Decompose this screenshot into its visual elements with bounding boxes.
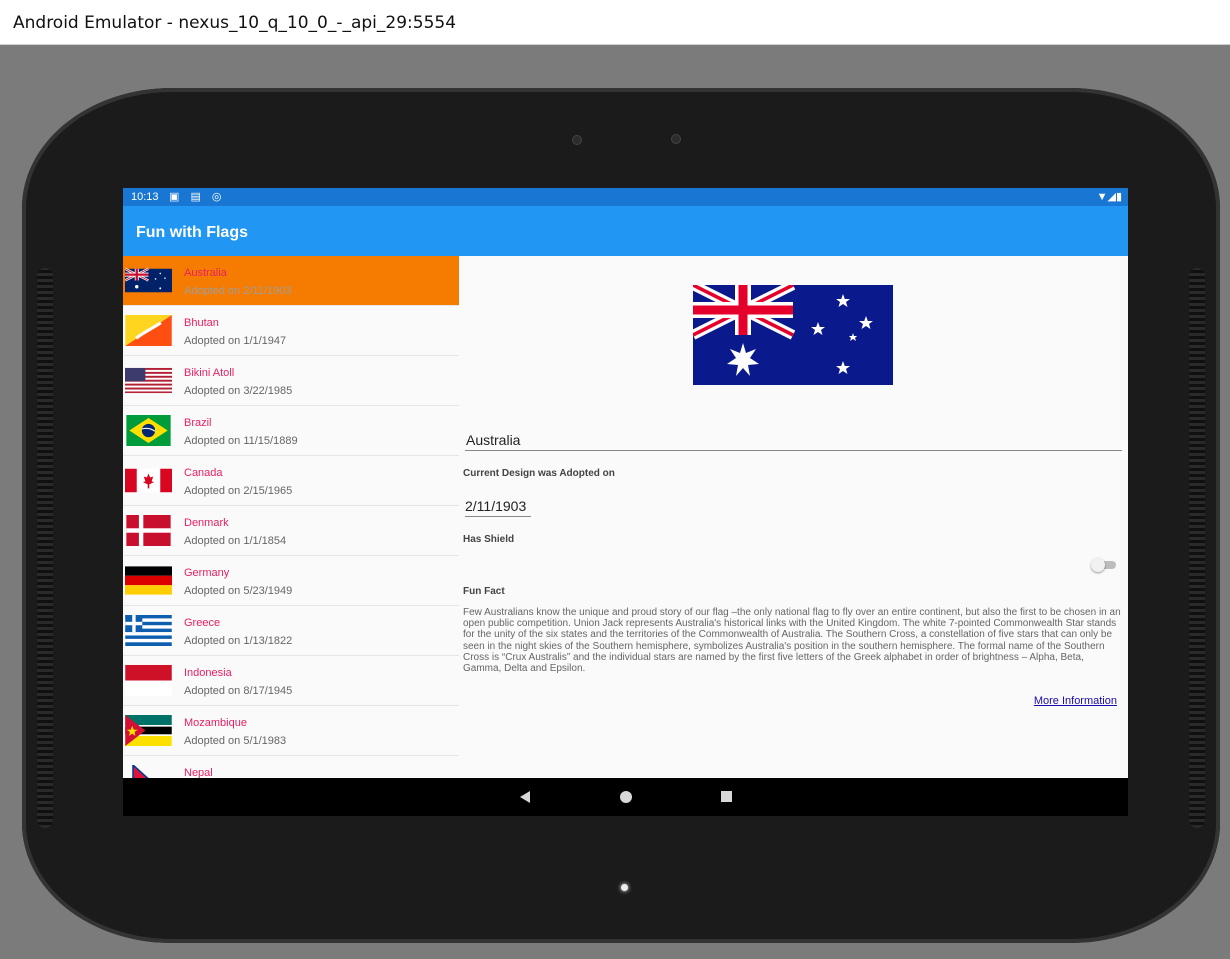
recents-icon[interactable] (721, 791, 732, 802)
flag-adopted-date: Adopted on 1/1/1947 (184, 335, 287, 347)
mozambique-flag-icon (125, 715, 172, 746)
list-item-canada[interactable]: Canada Adopted on 2/15/1965 (123, 456, 459, 506)
list-item-indonesia[interactable]: Indonesia Adopted on 8/17/1945 (123, 656, 459, 706)
flag-adopted-date: Adopted on 2/11/1903 (184, 285, 292, 297)
app-bar: Fun with Flags (123, 206, 1128, 256)
flag-adopted-date: Adopted on 3/22/1985 (184, 385, 293, 397)
window-title: Android Emulator - nexus_10_q_10_0_-_api… (13, 13, 457, 33)
brazil-flag-icon (126, 415, 171, 446)
list-item-germany[interactable]: Germany Adopted on 5/23/1949 (123, 556, 459, 606)
germany-flag-icon (125, 566, 172, 595)
canada-flag-icon (125, 468, 172, 493)
device-screen: 10:13 ▣ ▤ ◎ ▼◢▮ Fun with Flags Australia… (123, 188, 1128, 816)
flag-adopted-date: Adopted on 8/17/1945 (184, 685, 293, 697)
list-item-denmark[interactable]: Denmark Adopted on 1/1/1854 (123, 506, 459, 556)
home-led-icon (621, 884, 628, 891)
flag-adopted-date: Adopted on 1/1/1854 (184, 535, 287, 547)
flag-name: Bikini Atoll (184, 367, 235, 379)
sensor-icon (572, 135, 582, 145)
speaker-grille-left (37, 268, 53, 828)
notification-icons: ▣ ▤ ◎ (169, 191, 226, 203)
flag-list[interactable]: Australia Adopted on 2/11/1903 Bhutan Ad… (123, 256, 459, 778)
shield-label: Has Shield (463, 534, 515, 545)
back-icon[interactable] (520, 791, 530, 803)
home-icon[interactable] (620, 791, 632, 803)
greece-flag-icon (125, 615, 172, 646)
flag-name-input[interactable]: Australia (465, 432, 1122, 451)
more-information-link[interactable]: More Information (1034, 695, 1117, 707)
fun-fact-text: Few Australians know the unique and prou… (463, 607, 1121, 675)
fun-fact-label: Fun Fact (463, 586, 505, 597)
switch-thumb (1091, 558, 1105, 572)
bhutan-flag-icon (125, 315, 172, 346)
list-item-brazil[interactable]: Brazil Adopted on 11/15/1889 (123, 406, 459, 456)
signal-battery-icon: ▼◢▮ (1096, 191, 1122, 203)
flag-name: Brazil (184, 417, 212, 429)
detail-pane: Australia Current Design was Adopted on … (459, 256, 1128, 778)
flag-name: Indonesia (184, 667, 232, 679)
navigation-bar (123, 778, 1128, 816)
denmark-flag-icon (126, 515, 171, 546)
has-shield-switch[interactable] (1091, 558, 1116, 572)
flag-name: Nepal (184, 767, 213, 778)
flag-name: Bhutan (184, 317, 219, 329)
speaker-grille-right (1189, 268, 1205, 828)
list-item-greece[interactable]: Greece Adopted on 1/13/1822 (123, 606, 459, 656)
indonesia-flag-icon (125, 665, 172, 696)
flag-adopted-date: Adopted on 5/1/1983 (184, 735, 287, 747)
list-item-nepal[interactable]: Nepal (123, 756, 459, 778)
app-title: Fun with Flags (136, 224, 248, 241)
status-bar: 10:13 ▣ ▤ ◎ ▼◢▮ (123, 188, 1128, 206)
nepal-flag-icon (132, 765, 149, 778)
status-time: 10:13 (131, 191, 159, 203)
australia-flag-image (693, 285, 893, 385)
list-item-mozambique[interactable]: Mozambique Adopted on 5/1/1983 (123, 706, 459, 756)
flag-adopted-date: Adopted on 2/15/1965 (184, 485, 293, 497)
camera-icon (671, 134, 681, 144)
window-titlebar: Android Emulator - nexus_10_q_10_0_-_api… (0, 0, 1230, 45)
flag-adopted-date: Adopted on 5/23/1949 (184, 585, 293, 597)
flag-name: Greece (184, 617, 221, 629)
list-item-bikini-atoll[interactable]: Bikini Atoll Adopted on 3/22/1985 (123, 356, 459, 406)
flag-name: Mozambique (184, 717, 247, 729)
flag-name: Denmark (184, 517, 229, 529)
flag-name: Canada (184, 467, 223, 479)
flag-name: Australia (184, 267, 227, 279)
australia-flag-icon (125, 267, 172, 293)
flag-name: Germany (184, 567, 230, 579)
list-item-bhutan[interactable]: Bhutan Adopted on 1/1/1947 (123, 306, 459, 356)
flag-adopted-date: Adopted on 11/15/1889 (184, 435, 298, 447)
flag-adopted-date: Adopted on 1/13/1822 (184, 635, 293, 647)
list-item-australia[interactable]: Australia Adopted on 2/11/1903 (123, 256, 459, 306)
adopted-date-picker[interactable]: 2/11/1903 (465, 498, 531, 517)
bikini-atoll-flag-icon (125, 367, 172, 394)
adopted-label: Current Design was Adopted on (463, 468, 615, 479)
